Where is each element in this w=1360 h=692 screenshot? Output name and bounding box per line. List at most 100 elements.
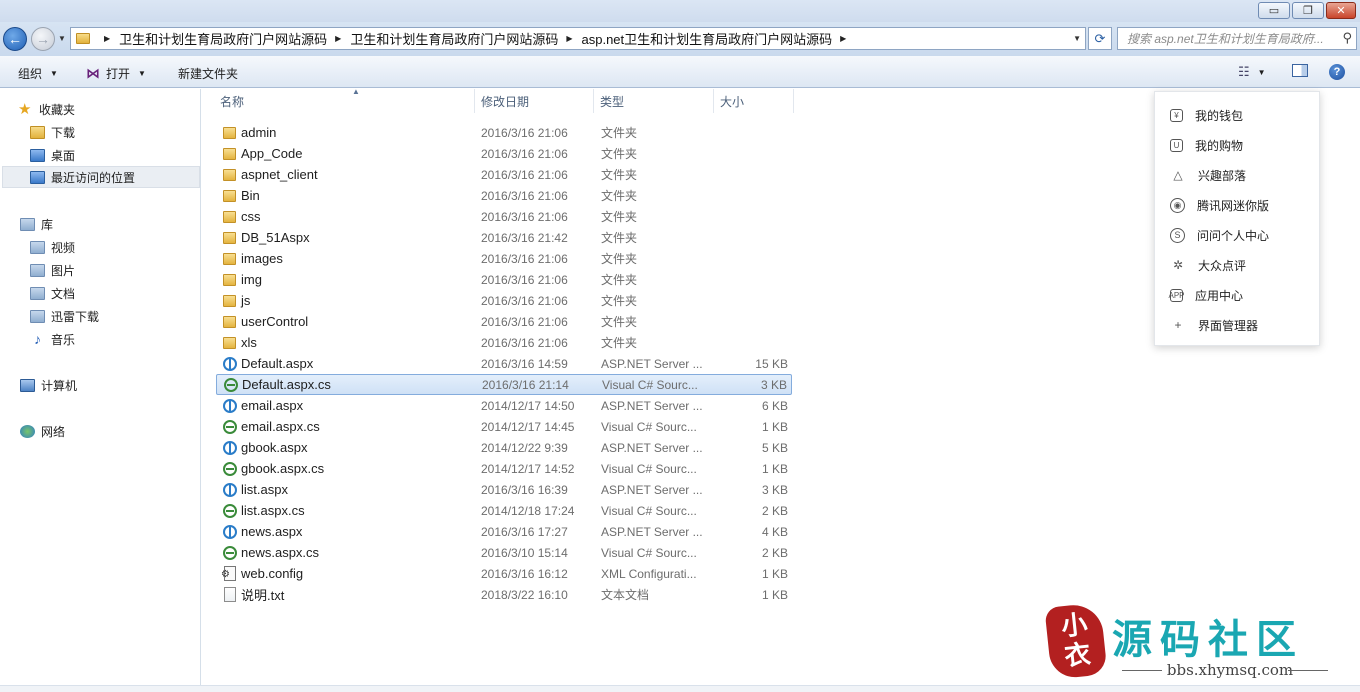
file-name: admin bbox=[241, 125, 277, 140]
folder-row[interactable]: admin 2016/3/16 21:06 文件夹 bbox=[216, 122, 792, 143]
popup-menu-item[interactable]: ◉ 腾讯网迷你版 bbox=[1155, 190, 1319, 220]
preview-pane-button[interactable] bbox=[1292, 64, 1308, 77]
file-row[interactable]: list.aspx.cs 2014/12/18 17:24 Visual C# So… bbox=[216, 500, 792, 521]
file-row[interactable]: news.aspx 2016/3/16 17:27 ASP.NET Server .… bbox=[216, 521, 792, 542]
sidebar-item-network[interactable]: 网络 bbox=[20, 420, 220, 442]
address-dropdown-icon[interactable]: ▼ bbox=[1073, 34, 1081, 43]
shopping-bag-icon: U bbox=[1170, 138, 1183, 152]
search-input[interactable]: 搜索 asp.net卫生和计划生育局政府... ⚲ bbox=[1117, 27, 1357, 50]
file-date: 2014/12/17 14:52 bbox=[481, 461, 575, 476]
file-row[interactable]: list.aspx 2016/3/16 16:39 ASP.NET Server .… bbox=[216, 479, 792, 500]
sidebar-item-pictures[interactable]: 图片 bbox=[30, 259, 230, 281]
file-size: 15 KB bbox=[755, 356, 788, 371]
command-bar: 组织 ▼ ⋈ 打开 ▼ 新建文件夹 ☷ ▼ ? bbox=[0, 56, 1360, 88]
sidebar-item-documents[interactable]: 文档 bbox=[30, 282, 230, 304]
recent-pages-dropdown[interactable]: ▼ bbox=[58, 34, 66, 43]
folder-icon bbox=[223, 336, 236, 349]
file-row[interactable]: web.config 2016/3/16 16:12 XML Configurati… bbox=[216, 563, 792, 584]
column-header-size[interactable]: 大小 bbox=[714, 89, 794, 113]
column-header-name[interactable]: 名称 ▲ bbox=[214, 87, 475, 113]
help-button[interactable]: ? bbox=[1329, 64, 1345, 80]
folder-row[interactable]: img 2016/3/16 21:06 文件夹 bbox=[216, 269, 792, 290]
file-date: 2016/3/16 21:14 bbox=[482, 377, 569, 392]
file-date: 2016/3/16 21:06 bbox=[481, 335, 568, 350]
sidebar-item-recent-places[interactable]: 最近访问的位置 bbox=[2, 166, 200, 188]
sidebar-item-desktop[interactable]: 桌面 bbox=[30, 144, 230, 166]
file-row[interactable]: email.aspx 2014/12/17 14:50 ASP.NET Server… bbox=[216, 395, 792, 416]
column-header-type[interactable]: 类型 bbox=[594, 89, 714, 113]
popup-menu-item[interactable]: + 界面管理器 bbox=[1155, 310, 1319, 340]
close-icon: ✕ bbox=[1336, 5, 1346, 17]
sidebar-item-downloads[interactable]: 下载 bbox=[30, 121, 230, 143]
file-type: 文件夹 bbox=[601, 189, 638, 203]
folder-row[interactable]: css 2016/3/16 21:06 文件夹 bbox=[216, 206, 792, 227]
file-type: 文件夹 bbox=[601, 336, 638, 350]
file-type: 文件夹 bbox=[601, 126, 638, 140]
file-row[interactable]: email.aspx.cs 2014/12/17 14:45 Visual C# S… bbox=[216, 416, 792, 437]
new-folder-button[interactable]: 新建文件夹 bbox=[178, 65, 238, 82]
sidebar-item-xunlei-downloads[interactable]: 迅雷下载 bbox=[30, 305, 230, 327]
popup-menu-item[interactable]: ✲ 大众点评 bbox=[1155, 250, 1319, 280]
sidebar-item-computer[interactable]: 计算机 bbox=[20, 374, 220, 396]
sidebar-libraries[interactable]: 库 bbox=[20, 213, 220, 235]
file-name: list.aspx.cs bbox=[241, 503, 305, 518]
file-row[interactable]: news.aspx.cs 2016/3/10 15:14 Visual C# Sou… bbox=[216, 542, 792, 563]
refresh-button[interactable]: ⟳ bbox=[1088, 27, 1112, 50]
sidebar-favorites[interactable]: ★ 收藏夹 bbox=[18, 98, 218, 120]
file-row[interactable]: gbook.aspx.cs 2014/12/17 14:52 Visual C# S… bbox=[216, 458, 792, 479]
file-size: 6 KB bbox=[761, 398, 788, 413]
preview-pane-icon bbox=[1292, 64, 1308, 77]
folder-icon bbox=[223, 147, 236, 160]
folder-icon bbox=[223, 210, 236, 223]
folder-row[interactable]: userControl 2016/3/16 21:06 文件夹 bbox=[216, 311, 792, 332]
address-bar[interactable]: ▶ 卫生和计划生育局政府门户网站源码 ▶ 卫生和计划生育局政府门户网站源码 ▶ … bbox=[70, 27, 1086, 50]
file-date: 2016/3/16 21:06 bbox=[481, 314, 568, 329]
breadcrumb-separator-icon[interactable]: ▶ bbox=[566, 34, 572, 43]
breadcrumb-item[interactable]: asp.net卫生和计划生育局政府门户网站源码 bbox=[582, 29, 833, 48]
breadcrumb-separator-icon[interactable]: ▶ bbox=[104, 34, 110, 43]
popup-menu-item[interactable]: APP 应用中心 bbox=[1155, 280, 1319, 310]
file-row[interactable]: Default.aspx 2016/3/16 14:59 ASP.NET Serve… bbox=[216, 353, 792, 374]
folder-row[interactable]: DB_51Aspx 2016/3/16 21:42 文件夹 bbox=[216, 227, 792, 248]
folder-row[interactable]: js 2016/3/16 21:06 文件夹 bbox=[216, 290, 792, 311]
minimize-button[interactable]: ▭ bbox=[1258, 2, 1290, 19]
documents-icon bbox=[30, 286, 45, 300]
sidebar-item-videos[interactable]: 视频 bbox=[30, 236, 230, 258]
breadcrumb-item[interactable]: 卫生和计划生育局政府门户网站源码 bbox=[119, 29, 327, 48]
popup-menu-label: 问问个人中心 bbox=[1197, 228, 1270, 243]
file-name: list.aspx bbox=[241, 482, 288, 497]
breadcrumb-item[interactable]: 卫生和计划生育局政府门户网站源码 bbox=[350, 29, 558, 48]
organize-button[interactable]: 组织 ▼ bbox=[18, 65, 58, 82]
file-name: xls bbox=[241, 335, 257, 350]
forward-button[interactable]: → bbox=[31, 27, 55, 51]
popup-menu-item[interactable]: △ 兴趣部落 bbox=[1155, 160, 1319, 190]
file-row[interactable]: Default.aspx.cs 2016/3/16 21:14 Visual C# … bbox=[216, 374, 792, 395]
search-icon[interactable]: ⚲ bbox=[1342, 30, 1352, 46]
folder-row[interactable]: xls 2016/3/16 21:06 文件夹 bbox=[216, 332, 792, 353]
popup-menu-item[interactable]: U 我的购物 bbox=[1155, 130, 1319, 160]
popup-menu-item[interactable]: S 问问个人中心 bbox=[1155, 220, 1319, 250]
sidebar-item-music[interactable]: ♪ 音乐 bbox=[30, 328, 230, 350]
downloads-folder-icon bbox=[30, 125, 45, 139]
csharp-file-icon bbox=[223, 545, 237, 560]
folder-row[interactable]: Bin 2016/3/16 21:06 文件夹 bbox=[216, 185, 792, 206]
folder-row[interactable]: App_Code 2016/3/16 21:06 文件夹 bbox=[216, 143, 792, 164]
breadcrumb-separator-icon[interactable]: ▶ bbox=[335, 34, 341, 43]
close-button[interactable]: ✕ bbox=[1326, 2, 1356, 19]
folder-row[interactable]: aspnet_client 2016/3/16 21:06 文件夹 bbox=[216, 164, 792, 185]
breadcrumb-separator-icon[interactable]: ▶ bbox=[840, 34, 846, 43]
folder-row[interactable]: images 2016/3/16 21:06 文件夹 bbox=[216, 248, 792, 269]
file-row[interactable]: 说明.txt 2018/3/22 16:10 文本文档 1 KB bbox=[216, 584, 792, 605]
back-button[interactable]: ← bbox=[3, 27, 27, 51]
restore-button[interactable]: ❐ bbox=[1292, 2, 1324, 19]
file-date: 2016/3/16 21:42 bbox=[481, 230, 568, 245]
file-size: 3 KB bbox=[761, 482, 788, 497]
sidebar-item-label: 最近访问的位置 bbox=[51, 170, 136, 185]
open-button[interactable]: ⋈ 打开 ▼ bbox=[86, 65, 146, 82]
view-options-button[interactable]: ☷ ▼ bbox=[1238, 64, 1266, 80]
column-header-date[interactable]: 修改日期 bbox=[475, 89, 594, 113]
popup-menu-item[interactable]: ¥ 我的钱包 bbox=[1155, 100, 1319, 130]
file-size: 4 KB bbox=[761, 524, 788, 539]
music-icon: ♪ bbox=[34, 330, 41, 347]
file-row[interactable]: gbook.aspx 2014/12/22 9:39 ASP.NET Server … bbox=[216, 437, 792, 458]
